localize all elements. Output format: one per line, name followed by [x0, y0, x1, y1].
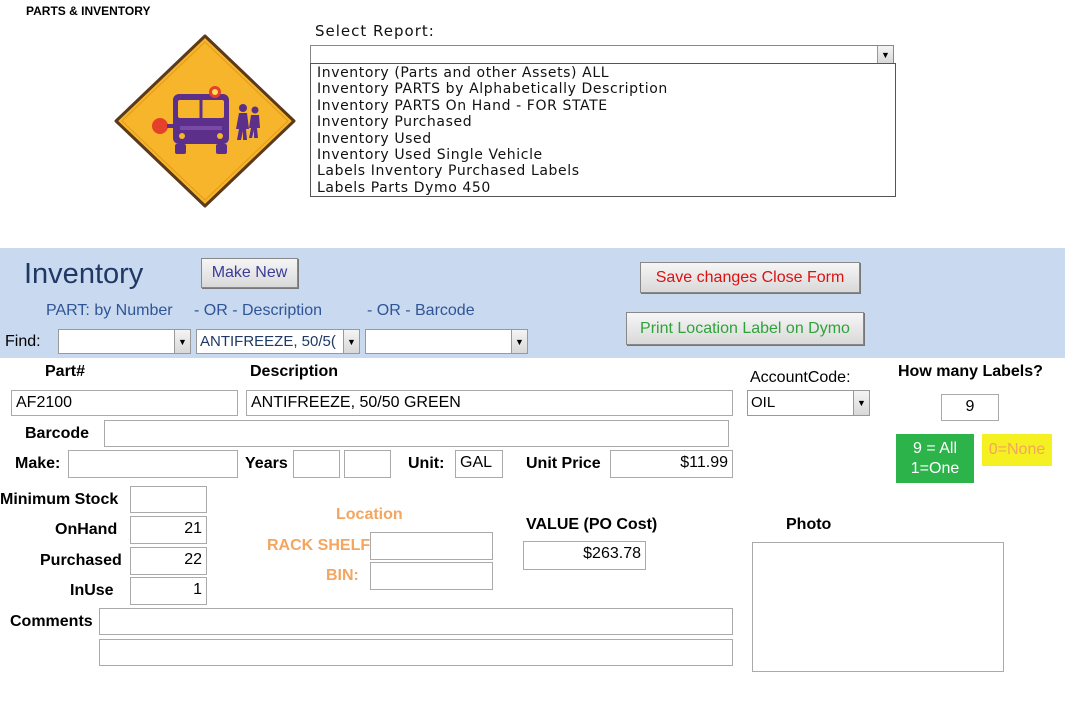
labels-count-field[interactable]: 9 — [941, 394, 999, 421]
school-bus-sign-icon — [112, 32, 298, 210]
dropdown-arrow-icon[interactable]: ▼ — [174, 330, 190, 353]
report-option[interactable]: Labels Parts Dymo 450 — [317, 180, 895, 196]
bin-field[interactable] — [370, 562, 493, 590]
years-label: Years — [245, 455, 288, 472]
comments-field-1[interactable] — [99, 608, 733, 635]
purchased-label: Purchased — [40, 552, 122, 569]
report-option[interactable]: Inventory PARTS On Hand - FOR STATE — [317, 98, 895, 114]
photo-label: Photo — [786, 516, 832, 533]
description-label: Description — [250, 363, 339, 380]
min-stock-label: Minimum Stock — [0, 491, 119, 508]
find-by-number-label: PART: by Number — [46, 302, 173, 319]
description-field[interactable]: ANTIFREEZE, 50/50 GREEN — [246, 390, 733, 416]
report-option[interactable]: Labels Inventory Purchased Labels — [317, 163, 895, 179]
dropdown-arrow-icon[interactable]: ▼ — [343, 330, 359, 353]
labels-all-text: 9 = All — [912, 439, 958, 457]
find-description-select[interactable]: ANTIFREEZE, 50/5( ▼ — [196, 329, 360, 354]
report-option[interactable]: Inventory Used Single Vehicle — [317, 147, 895, 163]
comments-label: Comments — [10, 613, 93, 630]
save-close-button[interactable]: Save changes Close Form — [640, 262, 860, 293]
find-barcode-select[interactable]: ▼ — [365, 329, 528, 354]
make-new-button[interactable]: Make New — [201, 258, 298, 288]
labels-all-one-badge: 9 = All 1=One — [896, 434, 974, 483]
make-field[interactable] — [68, 450, 238, 478]
unit-label: Unit: — [408, 455, 445, 472]
part-number-label: Part# — [45, 363, 86, 380]
inuse-field[interactable]: 1 — [130, 577, 207, 605]
app-title: PARTS & INVENTORY — [26, 4, 151, 18]
dropdown-arrow-icon[interactable]: ▼ — [511, 330, 527, 353]
print-dymo-label-button[interactable]: Print Location Label on Dymo — [626, 312, 864, 345]
find-by-description-label: - OR - Description — [194, 302, 323, 319]
location-label: Location — [336, 506, 403, 523]
select-report-label: Select Report: — [315, 22, 435, 40]
part-number-field[interactable]: AF2100 — [11, 390, 238, 416]
find-by-barcode-label: - OR - Barcode — [367, 302, 475, 319]
labels-none-badge: 0=None — [982, 434, 1052, 466]
onhand-field[interactable]: 21 — [130, 516, 207, 544]
bin-label: BIN: — [326, 567, 359, 584]
barcode-label: Barcode — [25, 425, 90, 442]
account-code-value: OIL — [751, 394, 776, 411]
labels-none-text: 0=None — [988, 441, 1046, 458]
year-from-field[interactable] — [293, 450, 340, 478]
report-option[interactable]: Inventory (Parts and other Assets) ALL — [317, 65, 895, 81]
form-title: Inventory — [24, 258, 144, 290]
min-stock-field[interactable] — [130, 486, 207, 513]
inuse-label: InUse — [70, 582, 114, 599]
how-many-labels-label: How many Labels? — [898, 363, 1043, 380]
rack-shelf-label: RACK SHELF: — [267, 537, 376, 554]
comments-field-2[interactable] — [99, 639, 733, 666]
dropdown-arrow-icon[interactable]: ▼ — [877, 46, 893, 63]
labels-one-text: 1=One — [910, 459, 960, 477]
value-po-cost-label: VALUE (PO Cost) — [526, 516, 658, 533]
report-select[interactable]: ▼ — [310, 45, 894, 64]
find-label: Find: — [5, 333, 41, 350]
report-option[interactable]: Inventory PARTS by Alphabetically Descri… — [317, 81, 895, 97]
rack-shelf-field[interactable] — [370, 532, 493, 560]
report-option[interactable]: Inventory Purchased — [317, 114, 895, 130]
report-options-list[interactable]: Inventory (Parts and other Assets) ALL I… — [310, 63, 896, 197]
unit-price-label: Unit Price — [526, 455, 601, 472]
barcode-field[interactable] — [104, 420, 729, 447]
report-option[interactable]: Inventory Used — [317, 131, 895, 147]
photo-frame[interactable] — [752, 542, 1004, 672]
dropdown-arrow-icon[interactable]: ▼ — [853, 391, 869, 415]
unit-field[interactable]: GAL — [455, 450, 503, 478]
find-part-number-select[interactable]: ▼ — [58, 329, 191, 354]
account-code-select[interactable]: OIL ▼ — [747, 390, 870, 416]
find-description-value: ANTIFREEZE, 50/5( — [200, 333, 336, 350]
unit-price-field[interactable]: $11.99 — [610, 450, 733, 478]
value-po-cost-field[interactable]: $263.78 — [523, 541, 646, 570]
make-label: Make: — [15, 455, 61, 472]
year-to-field[interactable] — [344, 450, 391, 478]
account-code-label: AccountCode: — [750, 369, 851, 386]
onhand-label: OnHand — [55, 521, 118, 538]
purchased-field[interactable]: 22 — [130, 547, 207, 575]
